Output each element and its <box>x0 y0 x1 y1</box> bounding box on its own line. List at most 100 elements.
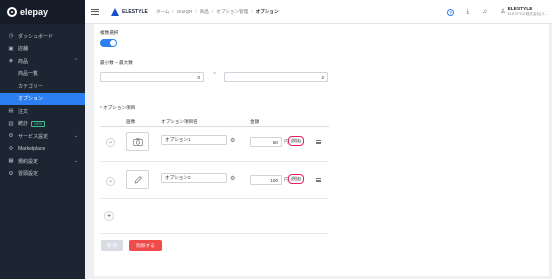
sidebar-item-store[interactable]: ▣ 店舗 <box>0 43 85 56</box>
pencil-icon <box>134 175 142 183</box>
breadcrumb: ホーム / OneQR / 商品 / オプション管理 / オプション <box>156 9 279 15</box>
option-price-value: 100 <box>270 177 278 183</box>
range-separator: ~ <box>213 71 216 77</box>
sidebar-item-label: 規約設定 <box>18 158 39 165</box>
option-name-input[interactable]: オプション2 <box>161 173 227 183</box>
clock-icon: ◷ <box>8 33 14 40</box>
sidebar-item-opening-settings[interactable]: ⚙ 冒頭設定 <box>0 168 85 181</box>
elestyle-logo-mark <box>111 7 119 16</box>
remove-option-button[interactable]: − <box>106 138 115 147</box>
breadcrumb-products[interactable]: 商品 <box>200 9 209 15</box>
sidebar-item-label: 商品 <box>18 58 29 65</box>
row-divider <box>100 198 329 199</box>
option-image-upload[interactable] <box>126 170 149 189</box>
sidebar-item-category[interactable]: カテゴリー <box>0 80 85 93</box>
option-name-input[interactable]: オプション1 <box>161 135 227 145</box>
sidebar-item-label: 統計 <box>18 121 29 128</box>
help-icon[interactable]: ? <box>447 8 455 16</box>
user-info: ELESTYLE ELESTYLE株式会社(エ... <box>508 7 548 17</box>
delete-button[interactable]: 削除する <box>129 240 162 251</box>
save-button-label: 保 存 <box>106 242 118 248</box>
bell-icon[interactable]: ♫ <box>481 9 488 16</box>
remove-option-button[interactable]: − <box>106 177 115 186</box>
sidebar-item-options[interactable]: オプション <box>0 92 85 105</box>
drag-handle-icon[interactable] <box>316 140 321 144</box>
option-price-input[interactable]: 50 <box>250 137 282 147</box>
user-company: ELESTYLE株式会社(エ... <box>507 12 548 16</box>
document-icon: ▦ <box>8 158 14 165</box>
translate-settings-icon[interactable]: ⚙ <box>230 175 235 182</box>
sidebar-item-orders[interactable]: ▤ 注文 <box>0 105 85 118</box>
header-actions: ? ⤓ ♫ ♙ ELESTYLE ELESTYLE株式会社(エ... <box>447 0 548 24</box>
cart-icon: ▤ <box>8 108 14 115</box>
tax-excluded-badge[interactable]: (税抜) <box>288 174 304 184</box>
breadcrumb-current: オプション <box>255 8 279 14</box>
sidebar-item-label: Marketplace <box>18 145 46 152</box>
breadcrumb-separator: / <box>211 9 214 14</box>
user-icon: ♙ <box>500 9 506 15</box>
chevron-up-icon: ⌃ <box>73 58 78 65</box>
gear-icon: ⚙ <box>8 170 14 177</box>
option-price-input[interactable]: 100 <box>250 175 282 185</box>
sidebar-nav: ◷ ダッシュボード ▣ 店舗 ◈ 商品 ⌃ 商品一覧 カテゴリー オプション ▤… <box>0 30 85 180</box>
sidebar-item-label: 商品一覧 <box>18 71 39 78</box>
store-icon: ▣ <box>8 45 14 52</box>
camera-icon <box>132 137 143 146</box>
row-divider <box>100 161 329 162</box>
min-quantity-input[interactable]: 0 <box>100 72 204 82</box>
multi-select-toggle[interactable] <box>100 39 117 47</box>
option-name-value: オプション2 <box>165 175 191 180</box>
breadcrumb-separator: / <box>251 9 253 14</box>
sidebar: elepay ◷ ダッシュボード ▣ 店舗 ◈ 商品 ⌃ 商品一覧 カテゴリー … <box>0 0 85 279</box>
multi-select-label: 複数選択 <box>100 30 119 35</box>
top-header: ELESTYLE ホーム / OneQR / 商品 / オプション管理 / オプ… <box>85 0 552 24</box>
max-quantity-input[interactable]: 2 <box>224 72 328 82</box>
settings-icon: ⚙ <box>8 133 14 140</box>
form-footer-divider <box>100 233 329 234</box>
option-items-label: * オプション項目 <box>100 105 136 110</box>
elepay-logo: elepay <box>7 7 48 17</box>
column-header-image: 画像 <box>126 119 136 124</box>
sidebar-item-label: 冒頭設定 <box>18 171 39 178</box>
column-header-option-name: オプション項目名 <box>161 119 198 124</box>
sidebar-item-label: カテゴリー <box>18 83 44 90</box>
translate-settings-icon[interactable]: ⚙ <box>230 137 235 144</box>
elepay-logo-mark <box>7 7 17 17</box>
elestyle-logo[interactable]: ELESTYLE <box>111 7 148 16</box>
sidebar-item-terms[interactable]: ▦ 規約設定 ⌄ <box>0 155 85 168</box>
breadcrumb-oneqr[interactable]: OneQR <box>177 9 193 14</box>
drag-handle-icon[interactable] <box>316 178 321 182</box>
breadcrumb-option-management[interactable]: オプション管理 <box>216 9 248 15</box>
delete-button-label: 削除する <box>136 242 155 248</box>
app-name: ELESTYLE <box>122 8 148 15</box>
chart-icon: ▥ <box>8 120 14 127</box>
sidebar-item-dashboard[interactable]: ◷ ダッシュボード <box>0 30 85 43</box>
hamburger-menu-icon[interactable] <box>91 8 99 15</box>
sidebar-item-service-settings[interactable]: ⚙ サービス設定 ⌄ <box>0 130 85 143</box>
tax-excluded-badge[interactable]: (税抜) <box>288 136 304 146</box>
sidebar-item-label: 注文 <box>18 108 29 115</box>
breadcrumb-separator: / <box>172 9 174 14</box>
sidebar-item-stats[interactable]: ▥ 統計 NEW <box>0 118 85 131</box>
option-form-card <box>94 24 549 276</box>
brand[interactable]: elepay <box>0 0 85 24</box>
sidebar-item-products[interactable]: ◈ 商品 ⌃ <box>0 55 85 68</box>
breadcrumb-home[interactable]: ホーム <box>156 9 170 15</box>
tax-label: (税抜) <box>290 176 302 181</box>
max-quantity-value: 2 <box>321 74 324 80</box>
marketplace-icon: ✣ <box>8 145 14 152</box>
option-image-upload[interactable] <box>126 132 149 151</box>
add-option-button[interactable]: + <box>104 211 114 221</box>
brand-name: elepay <box>20 7 49 17</box>
min-max-label: 最小数 ~ 最大数 <box>100 60 133 65</box>
user-menu[interactable]: ♙ ELESTYLE ELESTYLE株式会社(エ... <box>500 7 548 17</box>
sidebar-item-label: 店舗 <box>18 46 29 53</box>
sidebar-item-marketplace[interactable]: ✣ Marketplace <box>0 143 85 156</box>
save-button[interactable]: 保 存 <box>101 240 123 251</box>
sidebar-item-label: サービス設定 <box>18 133 49 140</box>
option-price-value: 50 <box>272 139 278 145</box>
sidebar-item-product-list[interactable]: 商品一覧 <box>0 68 85 81</box>
download-icon[interactable]: ⤓ <box>464 9 471 16</box>
tax-label: (税抜) <box>290 138 302 143</box>
new-badge: NEW <box>31 120 46 127</box>
